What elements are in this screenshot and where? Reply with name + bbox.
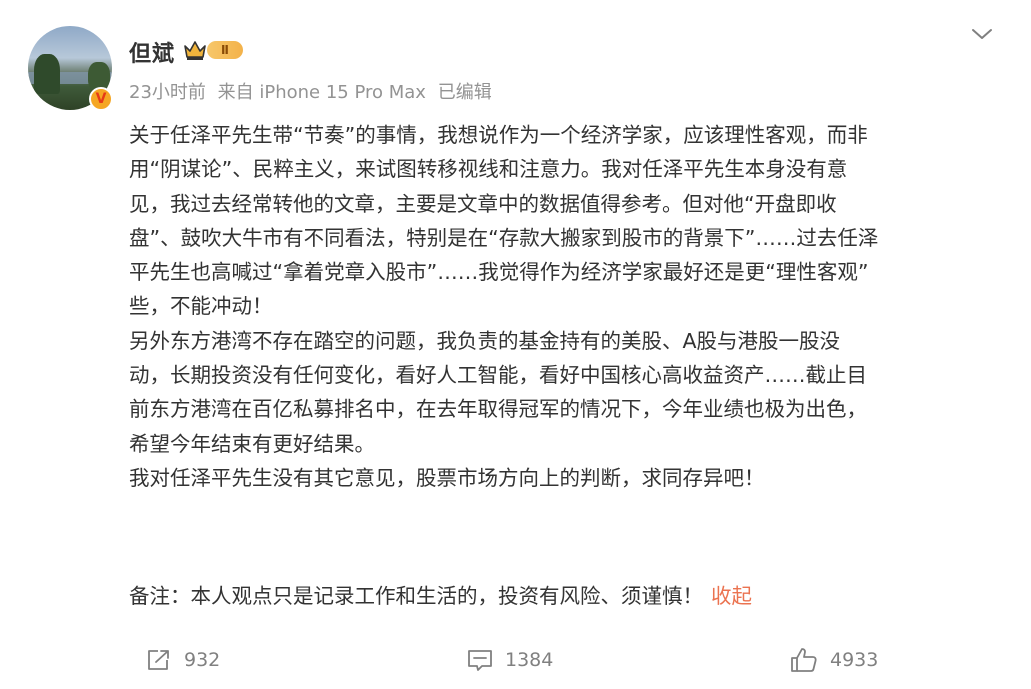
post-meta: 23小时前 来自 iPhone 15 Pro Max 已编辑	[129, 78, 498, 104]
content-line: 前东方港湾在百亿私募排名中，在去年取得冠军的情况下，今年业绩也极为出色，	[129, 397, 867, 422]
chevron-down-icon[interactable]	[970, 26, 994, 42]
content-line: 另外东方港湾不存在踏空的问题，我负责的基金持有的美股、A股与港股一股没	[129, 328, 841, 353]
post-note: 备注：本人观点只是记录工作和生活的，投资有风险、须谨慎！ 收起	[129, 580, 752, 612]
content-line: 见，我过去经常转他的文章，主要是文章中的数据值得参考。但对他“开盘即收	[129, 191, 837, 216]
content-line: 希望今年结束有更好结果。	[129, 431, 375, 456]
content-line: 平先生也高喊过“拿着党章入股市”……我觉得作为经济学家最好还是更“理性客观”	[129, 260, 869, 285]
edited-label[interactable]: 已编辑	[438, 82, 492, 103]
content-line: 盘”、鼓吹大牛市有不同看法，特别是在“存款大搬家到股市的背景下”……过去任泽	[129, 225, 879, 250]
like-count: 4933	[830, 649, 879, 671]
post-time[interactable]: 23小时前	[129, 82, 206, 103]
comment-count: 1384	[505, 649, 554, 671]
comment-button[interactable]: 1384	[467, 640, 553, 680]
level-badge: Ⅱ	[207, 41, 243, 59]
content-line: 关于任泽平先生带“节奏”的事情，我想说作为一个经济学家，应该理性客观，而非	[129, 123, 868, 147]
repost-count: 932	[184, 649, 221, 671]
content-line: 些，不能冲动！	[129, 294, 273, 319]
crown-icon	[184, 41, 206, 60]
note-text: 备注：本人观点只是记录工作和生活的，投资有风险、须谨慎！	[129, 584, 703, 608]
username[interactable]: 但斌	[129, 36, 175, 68]
repost-button[interactable]: 932	[146, 640, 220, 680]
action-bar: 932 1384 4933	[0, 640, 1031, 680]
post-content: 关于任泽平先生带“节奏”的事情，我想说作为一个经济学家，应该理性客观，而非 用“…	[129, 118, 989, 495]
comment-icon	[468, 650, 492, 671]
verified-badge-icon: V	[89, 87, 113, 111]
avatar[interactable]: V	[28, 26, 113, 111]
collapse-link[interactable]: 收起	[711, 584, 752, 608]
thumbs-up-icon	[791, 648, 817, 672]
content-line: 动，长期投资没有任何变化，看好人工智能，看好中国核心高收益资产……截止目	[129, 363, 867, 388]
content-line: 用“阴谋论”、民粹主义，来试图转移视线和注意力。我对任泽平先生本身没有意	[129, 157, 848, 182]
like-button[interactable]: 4933	[790, 640, 878, 680]
content-line: 我对任泽平先生没有其它意见，股票市场方向上的判断，求同存异吧！	[129, 465, 765, 490]
weibo-post-card: V 但斌 Ⅱ 23小时前 来自 iPhone 15 Pro Max 已编辑 关于…	[0, 0, 1031, 689]
repost-icon	[148, 650, 169, 670]
post-source: 来自 iPhone 15 Pro Max	[217, 82, 426, 103]
